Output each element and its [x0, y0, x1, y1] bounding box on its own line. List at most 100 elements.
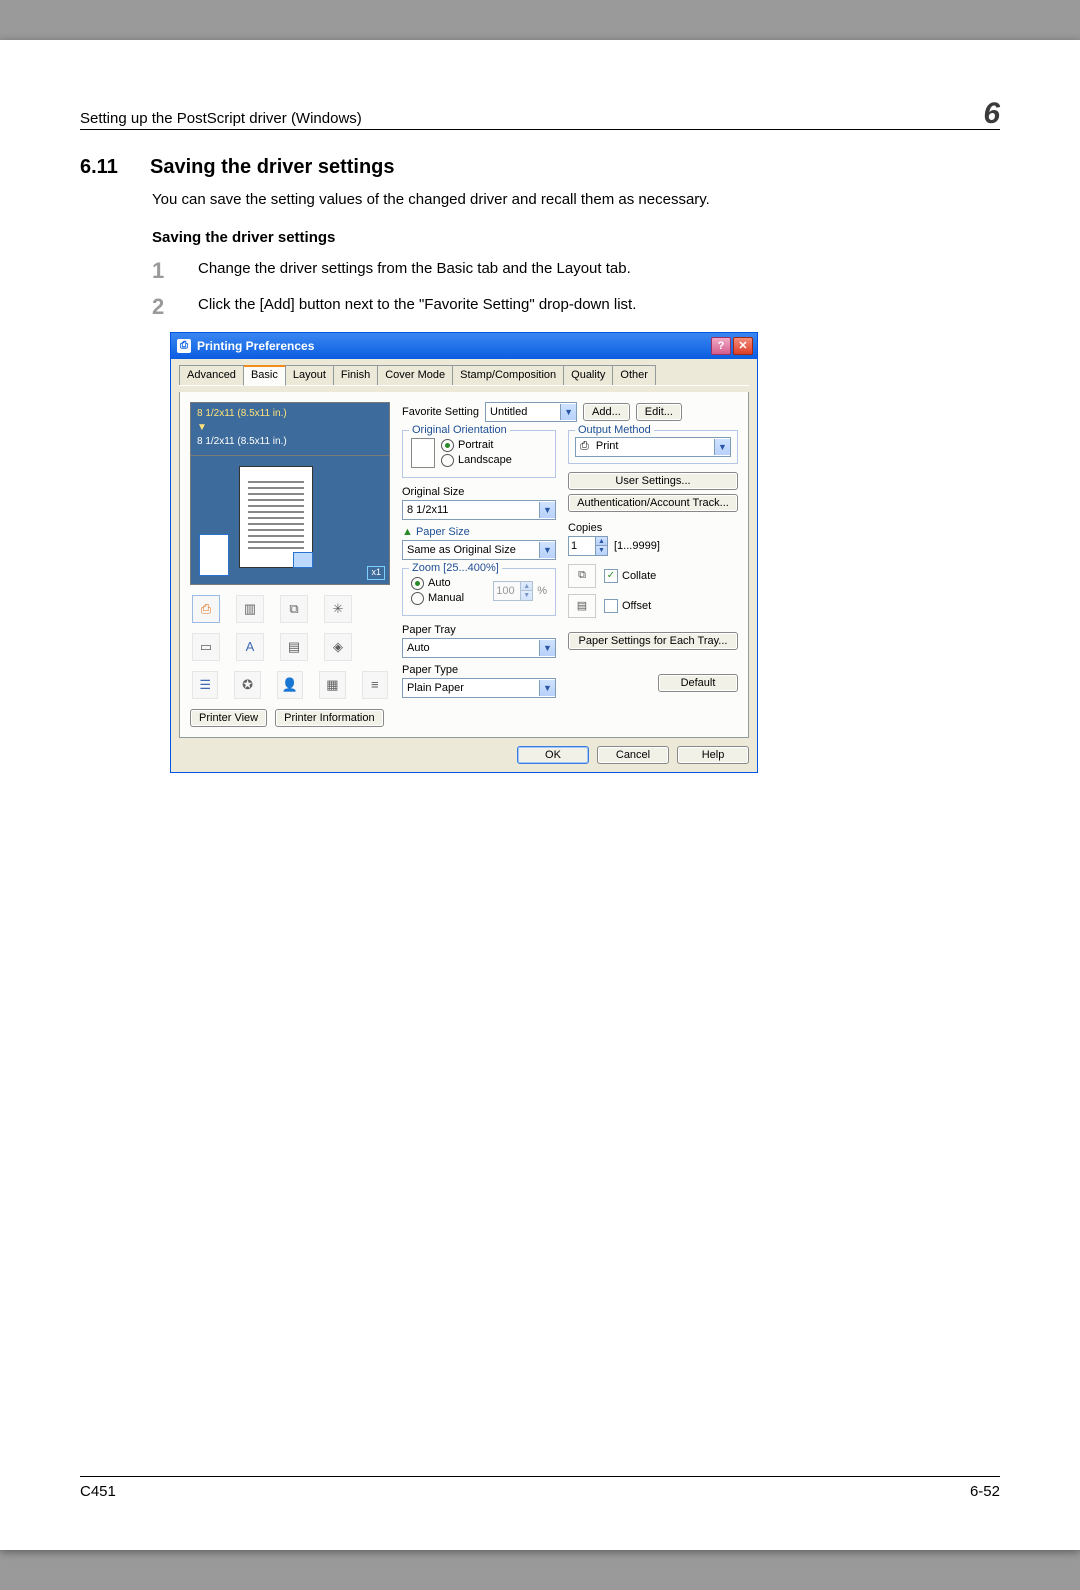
- stamp-icon[interactable]: ✪: [234, 671, 260, 699]
- user-settings-button[interactable]: User Settings...: [568, 472, 738, 490]
- page-footer: C451 6-52: [80, 1476, 1000, 1500]
- radio-off-icon: [441, 454, 454, 467]
- original-size-dropdown[interactable]: 8 1/2x11 ▼: [402, 500, 556, 520]
- copies-range-label: [1...9999]: [614, 540, 660, 552]
- paper-settings-each-tray-button[interactable]: Paper Settings for Each Tray...: [568, 632, 738, 650]
- edit-favorite-button[interactable]: Edit...: [636, 403, 682, 421]
- radio-off-icon: [411, 592, 424, 605]
- dialog-footer: OK Cancel Help: [179, 746, 749, 764]
- status-icons-row-2: ▭ A ▤ ◈: [192, 633, 388, 661]
- zoom-spinner[interactable]: ▲▼: [493, 581, 533, 601]
- orientation-preview-icon: [411, 438, 435, 468]
- offset-checkbox[interactable]: Offset: [604, 599, 651, 613]
- chevron-down-icon: ▼: [539, 640, 555, 656]
- section-intro: You can save the setting values of the c…: [152, 189, 1000, 211]
- tab-stamp-composition[interactable]: Stamp/Composition: [452, 365, 564, 385]
- arrow-down-icon: ▼: [197, 421, 383, 435]
- step-text: Click the [Add] button next to the "Favo…: [198, 296, 636, 318]
- copies-label: Copies: [568, 522, 738, 534]
- printer-view-button[interactable]: Printer View: [190, 709, 267, 727]
- cover-icon[interactable]: ▤: [280, 633, 308, 661]
- dialog-title-bar[interactable]: ⎙ Printing Preferences ? ✕: [171, 333, 757, 359]
- footer-left: C451: [80, 1483, 116, 1500]
- tab-strip: Advanced Basic Layout Finish Cover Mode …: [179, 365, 749, 386]
- percent-label: %: [537, 585, 547, 597]
- auth-track-button[interactable]: Authentication/Account Track...: [568, 494, 738, 512]
- titlebar-help-button[interactable]: ?: [711, 337, 731, 355]
- help-button[interactable]: Help: [677, 746, 749, 764]
- titlebar-close-button[interactable]: ✕: [733, 337, 753, 355]
- chevron-down-icon: ▼: [560, 404, 576, 420]
- tab-pane-basic: 8 1/2x11 (8.5x11 in.) ▼ 8 1/2x11 (8.5x11…: [179, 392, 749, 738]
- tab-basic[interactable]: Basic: [243, 365, 286, 386]
- cancel-button[interactable]: Cancel: [597, 746, 669, 764]
- page-header: Setting up the PostScript driver (Window…: [80, 100, 1000, 130]
- paper-type-dropdown[interactable]: Plain Paper ▼: [402, 678, 556, 698]
- add-favorite-button[interactable]: Add...: [583, 403, 630, 421]
- status-icons-row-3: ☰ ✪ 👤 ▦ ≡: [192, 671, 388, 699]
- original-orientation-group: Original Orientation Portrait: [402, 430, 556, 478]
- status-icons-row-1: ⎙ ▥ ⧉ ✳: [192, 595, 388, 623]
- page-preview: x1: [190, 456, 390, 585]
- radio-on-icon: [411, 577, 424, 590]
- tab-other[interactable]: Other: [612, 365, 656, 385]
- favorite-setting-dropdown[interactable]: Untitled ▼: [485, 402, 577, 422]
- tab-layout[interactable]: Layout: [285, 365, 334, 385]
- step-1: 1 Change the driver settings from the Ba…: [152, 260, 1000, 282]
- spin-up-icon[interactable]: ▲: [595, 537, 607, 546]
- paper-tray-dropdown[interactable]: Auto ▼: [402, 638, 556, 658]
- zoom-badge: x1: [367, 566, 385, 580]
- zoom-group: Zoom [25...400%] Auto: [402, 568, 556, 616]
- collate-checkbox[interactable]: Collate: [604, 569, 656, 583]
- default-button[interactable]: Default: [658, 674, 738, 692]
- paper-tray-label: Paper Tray: [402, 624, 556, 636]
- original-size-label: Original Size: [402, 486, 556, 498]
- chapter-number: 6: [983, 100, 1000, 127]
- person-icon[interactable]: 👤: [277, 671, 303, 699]
- footer-right: 6-52: [970, 1483, 1000, 1500]
- spin-down-icon[interactable]: ▼: [595, 545, 607, 555]
- header-text: Setting up the PostScript driver (Window…: [80, 110, 362, 127]
- checkbox-on-icon: [604, 569, 618, 583]
- page-icon[interactable]: ▥: [236, 595, 264, 623]
- list-icon[interactable]: ≡: [362, 671, 388, 699]
- folder-icon[interactable]: ✳: [324, 595, 352, 623]
- chevron-down-icon: ▼: [714, 439, 730, 455]
- paper-size-label: ▲ Paper Size: [402, 526, 556, 538]
- chevron-down-icon: ▼: [539, 680, 555, 696]
- dialog-title: Printing Preferences: [197, 339, 314, 353]
- copies-spinner[interactable]: ▲▼: [568, 536, 608, 556]
- output-method-dropdown[interactable]: ⎙ Print ▼: [575, 437, 731, 457]
- zoom-auto-radio[interactable]: Auto: [411, 577, 464, 590]
- chevron-down-icon: ▼: [539, 542, 555, 558]
- output-method-group: Output Method ⎙ Print ▼: [568, 430, 738, 464]
- step-number: 1: [152, 260, 174, 282]
- orientation-landscape-radio[interactable]: Landscape: [441, 454, 512, 467]
- clipboard-icon[interactable]: ☰: [192, 671, 218, 699]
- section-title: Saving the driver settings: [150, 156, 395, 179]
- printer-status-icon[interactable]: ⎙: [192, 595, 220, 623]
- step-number: 2: [152, 296, 174, 318]
- printing-preferences-dialog: ⎙ Printing Preferences ? ✕ Advanced Basi…: [170, 332, 758, 773]
- orientation-portrait-radio[interactable]: Portrait: [441, 439, 512, 452]
- zoom-manual-radio[interactable]: Manual: [411, 592, 464, 605]
- document-icon: [199, 534, 229, 576]
- checkbox-off-icon: [604, 599, 618, 613]
- spin-down-icon[interactable]: ▼: [520, 590, 532, 600]
- tab-advanced[interactable]: Advanced: [179, 365, 244, 385]
- paper-size-dropdown[interactable]: Same as Original Size ▼: [402, 540, 556, 560]
- palette-icon[interactable]: ▦: [319, 671, 345, 699]
- printer-information-button[interactable]: Printer Information: [275, 709, 383, 727]
- tag-icon[interactable]: ◈: [324, 633, 352, 661]
- duplicate-icon[interactable]: ▭: [192, 633, 220, 661]
- tab-quality[interactable]: Quality: [563, 365, 613, 385]
- tab-cover-mode[interactable]: Cover Mode: [377, 365, 453, 385]
- spin-up-icon[interactable]: ▲: [520, 582, 532, 591]
- preview-page-icon: [239, 466, 313, 568]
- ok-button[interactable]: OK: [517, 746, 589, 764]
- paper-type-label: Paper Type: [402, 664, 556, 676]
- copies-icon[interactable]: ⧉: [280, 595, 308, 623]
- sub-heading: Saving the driver settings: [152, 229, 1000, 246]
- tab-finish[interactable]: Finish: [333, 365, 378, 385]
- a4-icon[interactable]: A: [236, 633, 264, 661]
